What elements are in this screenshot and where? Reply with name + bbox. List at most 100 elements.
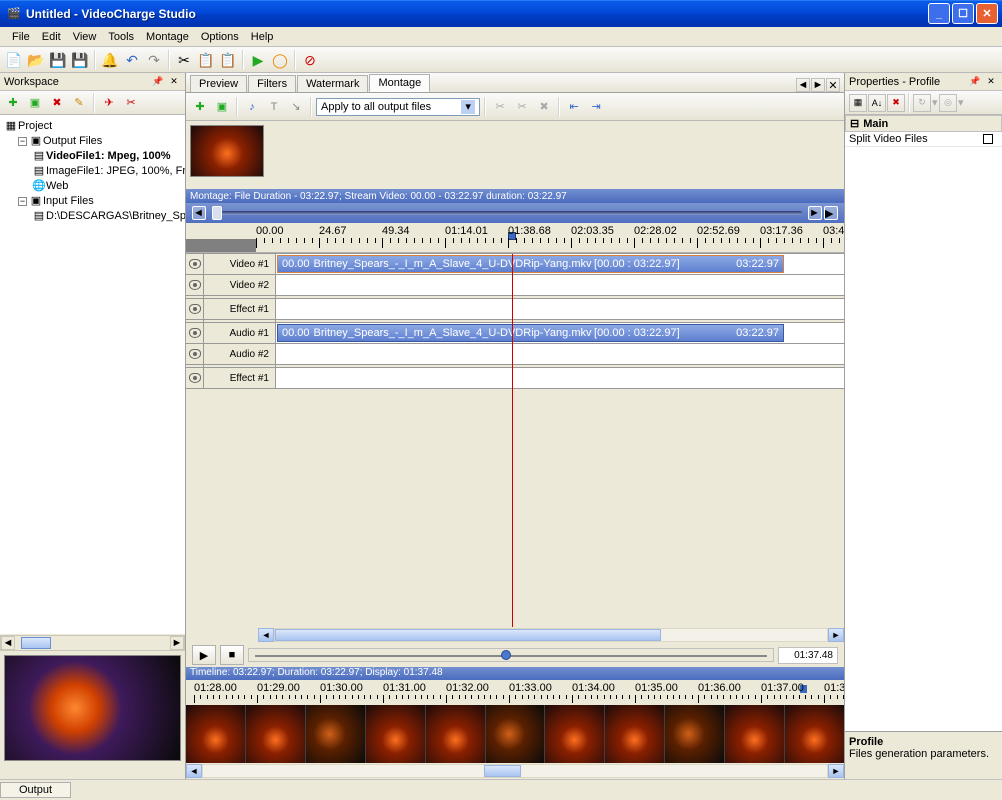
node-input[interactable]: Input Files — [43, 195, 94, 207]
thumb-frame[interactable] — [306, 705, 365, 763]
prop-az-icon[interactable]: A↓ — [868, 94, 886, 112]
mt-addimg-icon[interactable]: ▣ — [212, 97, 232, 117]
pin-icon[interactable]: 📌 — [151, 75, 165, 89]
menu-help[interactable]: Help — [245, 29, 280, 45]
node-output[interactable]: Output Files — [43, 135, 102, 147]
node-web[interactable]: Web — [46, 180, 68, 192]
mt-cut1-icon[interactable]: ✂ — [490, 97, 510, 117]
tl-scroll-left-icon[interactable]: ◄ — [186, 764, 202, 778]
tracks-hscroll[interactable]: ◄ ► — [186, 627, 844, 643]
preview-hscroll[interactable]: ◄ ► — [0, 635, 185, 651]
zoom-left-icon[interactable]: ◄ — [192, 206, 206, 220]
mt-start-icon[interactable]: ⇤ — [564, 97, 584, 117]
new-icon[interactable]: 📄 — [4, 50, 24, 70]
node-imagefile[interactable]: ImageFile1: JPEG, 100%, Frame: 0 — [46, 165, 185, 177]
menu-file[interactable]: File — [6, 29, 36, 45]
mt-music-icon[interactable]: ♪ — [242, 97, 262, 117]
scroll-right-icon[interactable]: ► — [170, 636, 184, 650]
tab-next-icon[interactable]: ► — [811, 78, 825, 92]
thumb-frame[interactable] — [665, 705, 724, 763]
checkbox-icon[interactable] — [983, 134, 993, 144]
cancel-icon[interactable]: ⊘ — [300, 50, 320, 70]
audio-clip[interactable]: 00.00Britney_Spears_-_I_m_A_Slave_4_U-DV… — [277, 324, 784, 342]
apply-select[interactable]: Apply to all output files▾ — [316, 98, 480, 116]
thumb-frame[interactable] — [545, 705, 604, 763]
track-eye[interactable] — [186, 344, 204, 364]
menu-edit[interactable]: Edit — [36, 29, 67, 45]
ws-red2-icon[interactable]: ✂ — [121, 93, 141, 113]
thumb-frame[interactable] — [186, 705, 245, 763]
mt-text-icon[interactable]: T — [264, 97, 284, 117]
close-button[interactable]: ✕ — [976, 3, 998, 24]
thumb-frame[interactable] — [366, 705, 425, 763]
prop-target-icon[interactable]: ◎ — [939, 94, 957, 112]
video-clip[interactable]: 00.00Britney_Spears_-_I_m_A_Slave_4_U-DV… — [277, 255, 784, 273]
node-project[interactable]: Project — [18, 120, 52, 132]
stop-button[interactable]: ■ — [220, 645, 244, 665]
thumbnail-strip[interactable] — [186, 705, 844, 763]
mt-arrow-icon[interactable]: ↘ — [286, 97, 306, 117]
zoom-slider[interactable]: ◄ ► ▶ — [186, 203, 844, 223]
menu-tools[interactable]: Tools — [102, 29, 140, 45]
ws-delete-icon[interactable]: ✖ — [47, 93, 67, 113]
ws-addimg-icon[interactable]: ▣ — [25, 93, 45, 113]
mt-cut2-icon[interactable]: ✂ — [512, 97, 532, 117]
scroll-left-icon[interactable]: ◄ — [1, 636, 15, 650]
project-tree[interactable]: ▦Project −▣Output Files ▤VideoFile1: Mpe… — [0, 115, 185, 634]
playback-knob[interactable] — [501, 650, 511, 660]
minimize-button[interactable]: _ — [928, 3, 950, 24]
ws-add-icon[interactable]: ✚ — [3, 93, 23, 113]
cut-icon[interactable]: ✂ — [174, 50, 194, 70]
track-eye[interactable] — [186, 368, 204, 388]
scroll-thumb[interactable] — [21, 637, 51, 649]
undo-icon[interactable]: ↶ — [122, 50, 142, 70]
copy-icon[interactable]: 📋 — [196, 50, 216, 70]
redo-icon[interactable]: ↷ — [144, 50, 164, 70]
paste-icon[interactable]: 📋 — [218, 50, 238, 70]
close-panel-icon[interactable]: ✕ — [167, 75, 181, 89]
menu-options[interactable]: Options — [195, 29, 245, 45]
thumb-frame[interactable] — [725, 705, 784, 763]
ws-edit-icon[interactable]: ✎ — [69, 93, 89, 113]
track-eye[interactable] — [186, 323, 204, 343]
thumb-frame[interactable] — [605, 705, 664, 763]
playback-slider[interactable] — [248, 648, 774, 662]
thumb-frame[interactable] — [486, 705, 545, 763]
saveas-icon[interactable]: 💾 — [70, 50, 90, 70]
hscroll-left-icon[interactable]: ◄ — [258, 628, 274, 642]
prop-pin-icon[interactable]: 📌 — [968, 75, 982, 89]
stop-icon[interactable]: ◯ — [270, 50, 290, 70]
time-ruler[interactable]: 00.0024.6749.3401:14.0101:38.6802:03.350… — [186, 223, 844, 253]
tab-montage[interactable]: Montage — [369, 74, 430, 92]
tab-watermark[interactable]: Watermark — [297, 75, 368, 92]
menu-montage[interactable]: Montage — [140, 29, 195, 45]
track-eye[interactable] — [186, 254, 204, 274]
output-tab[interactable]: Output — [0, 782, 71, 798]
tab-filters[interactable]: Filters — [248, 75, 296, 92]
dropdown-icon[interactable]: ▾ — [461, 100, 475, 114]
zoom-knob[interactable] — [212, 206, 222, 220]
hscroll-right-icon[interactable]: ► — [828, 628, 844, 642]
play-button[interactable]: ▶ — [192, 645, 216, 665]
prop-row-split[interactable]: Split Video Files — [845, 132, 1002, 147]
node-inputfile[interactable]: D:\DESCARGAS\Britney_Spears_-_ — [46, 210, 185, 222]
open-icon[interactable]: 📂 — [26, 50, 46, 70]
prop-group-main[interactable]: Main — [863, 118, 888, 130]
tab-close-icon[interactable]: ✕ — [826, 78, 840, 92]
mt-addvid-icon[interactable]: ✚ — [190, 97, 210, 117]
track-eye[interactable] — [186, 299, 204, 319]
tab-preview[interactable]: Preview — [190, 75, 247, 92]
hscroll-thumb[interactable] — [275, 629, 661, 641]
thumb-frame[interactable] — [785, 705, 844, 763]
timeline-hscroll[interactable]: ◄ ► — [186, 763, 844, 779]
menu-view[interactable]: View — [67, 29, 103, 45]
node-videofile[interactable]: VideoFile1: Mpeg, 100% — [46, 150, 171, 162]
thumb-frame[interactable] — [426, 705, 485, 763]
track-eye[interactable] — [186, 275, 204, 295]
maximize-button[interactable]: ☐ — [952, 3, 974, 24]
prop-cat-icon[interactable]: ▦ — [849, 94, 867, 112]
zoom-right-icon[interactable]: ► — [808, 206, 822, 220]
zoom-play-icon[interactable]: ▶ — [824, 206, 838, 220]
thumb-frame[interactable] — [246, 705, 305, 763]
timeline-ruler[interactable]: 01:28.0001:29.0001:30.0001:31.0001:32.00… — [186, 680, 844, 705]
